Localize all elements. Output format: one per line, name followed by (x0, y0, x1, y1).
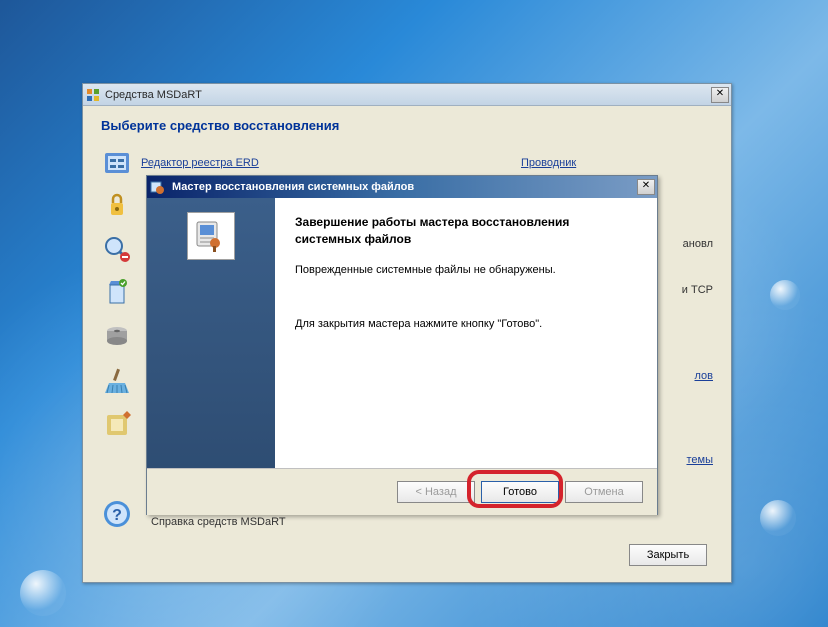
partial-text: ановл (683, 238, 713, 250)
help-icon: ? (101, 498, 133, 530)
partial-link[interactable]: лов (694, 370, 713, 382)
wizard-close-button[interactable]: ✕ (637, 179, 655, 195)
wizard-titlebar[interactable]: Мастер восстановления системных файлов ✕ (147, 176, 657, 198)
wizard-content: Завершение работы мастера восстановления… (275, 198, 657, 468)
partial-text: и TCP (682, 284, 713, 296)
tool-link-explorer[interactable]: Проводник (521, 157, 576, 169)
help-description: Справка средств MSDaRT (151, 516, 286, 528)
disk-wipe-icon (101, 277, 133, 309)
parent-title: Средства MSDaRT (105, 89, 711, 101)
wizard-hero-icon (187, 212, 235, 260)
sweep-icon (101, 365, 133, 397)
wizard-sidebar (147, 198, 275, 468)
finish-button[interactable]: Готово (481, 481, 559, 503)
registry-editor-icon (101, 147, 133, 179)
parent-close-button[interactable]: ✕ (711, 87, 729, 103)
sfc-wizard-window: Мастер восстановления системных файлов ✕… (146, 175, 658, 515)
locksmith-icon (101, 189, 133, 221)
svg-text:?: ? (112, 507, 122, 524)
wizard-app-icon (149, 179, 165, 195)
parent-titlebar[interactable]: Средства MSDaRT ✕ (83, 84, 731, 106)
wizard-instruction-text: Для закрытия мастера нажмите кнопку "Гот… (295, 318, 637, 330)
wizard-title: Мастер восстановления системных файлов (169, 181, 637, 193)
hotfix-uninstall-icon (101, 409, 133, 441)
section-heading: Выберите средство восстановления (101, 118, 713, 133)
wizard-footer: < Назад Готово Отмена (147, 468, 657, 515)
partial-link[interactable]: темы (686, 454, 713, 466)
close-tools-button[interactable]: Закрыть (629, 544, 707, 566)
tool-link-erd[interactable]: Редактор реестра ERD (141, 157, 259, 169)
cancel-button: Отмена (565, 481, 643, 503)
crash-analyzer-icon (101, 233, 133, 265)
wizard-heading: Завершение работы мастера восстановления… (295, 214, 637, 248)
disk-commander-icon (101, 321, 133, 353)
app-icon (85, 87, 101, 103)
back-button: < Назад (397, 481, 475, 503)
wizard-status-text: Поврежденные системные файлы не обнаруже… (295, 264, 637, 276)
